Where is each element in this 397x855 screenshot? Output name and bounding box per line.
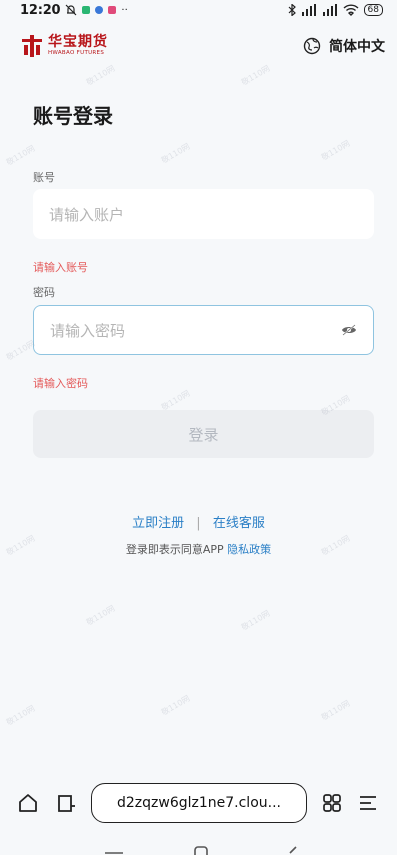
back-nav-icon [289,846,297,854]
watermark: 敬110网 [4,703,37,728]
logo-en: HWABAO FUTURES [48,50,105,57]
home-icon[interactable] [17,792,39,814]
watermark: 敬110网 [319,138,352,163]
status-left: 12:20 ·· [20,3,128,18]
watermark: 敬110网 [319,698,352,723]
app-header: 华宝期货 HWABAO FUTURES 简体中文 [0,30,397,62]
password-input[interactable]: 请输入密码 [33,305,374,355]
account-error: 请输入账号 [33,261,88,274]
apps-grid-icon[interactable] [321,792,343,814]
password-label: 密码 [33,286,55,299]
app-notification-icon [82,6,91,14]
battery-indicator: 68 [363,4,383,16]
account-placeholder: 请输入账户 [49,205,125,224]
login-button[interactable]: 登录 [33,410,374,458]
logo-mark-icon [22,35,42,57]
address-bar[interactable]: d2zqzw6glz1ne7.clou... [91,783,307,823]
watermark: 敬110网 [159,141,192,166]
watermark: 敬110网 [239,608,272,633]
more-notifications-icon: ·· [121,4,128,16]
notification-off-icon [65,4,77,16]
account-label: 账号 [33,171,55,184]
system-nav-bar [105,846,297,855]
tabs-icon[interactable] [55,792,77,814]
language-switch[interactable]: 简体中文 [303,36,385,56]
home-nav-icon [194,846,208,855]
agreement-prefix: 登录即表示同意APP [125,543,224,556]
app-notification-icon-2 [95,6,104,14]
agreement-text: 登录即表示同意APP 隐私政策 [0,541,397,557]
language-label: 简体中文 [329,39,385,55]
brand-logo: 华宝期货 HWABAO FUTURES [22,35,108,57]
signal-icon-2 [322,4,337,16]
page-title: 账号登录 [33,104,113,128]
signal-icon [301,4,316,16]
account-input[interactable]: 请输入账户 [33,189,374,239]
watermark: 敬110网 [84,63,117,88]
privacy-policy-link[interactable]: 隐私政策 [227,543,271,556]
menu-icon[interactable] [357,792,379,814]
links-row: 立即注册 | 在线客服 [0,512,397,531]
watermark: 敬110网 [239,63,272,88]
url-text: d2zqzw6glz1ne7.clou... [117,795,281,811]
logo-cn: 华宝期货 [48,34,108,51]
bluetooth-icon [288,4,296,16]
status-right: 68 [288,4,383,16]
link-separator: | [196,516,201,531]
watermark: 敬110网 [159,693,192,718]
watermark: 敬110网 [4,143,37,168]
logo-text: 华宝期货 HWABAO FUTURES [48,35,108,57]
browser-toolbar: d2zqzw6glz1ne7.clou... [0,772,397,834]
wifi-icon [343,4,359,16]
watermark: 敬110网 [84,603,117,628]
status-time: 12:20 [20,2,61,18]
globe-icon [303,37,321,55]
password-placeholder: 请输入密码 [50,321,126,340]
status-bar: 12:20 ·· 68 [0,0,397,20]
app-notification-icon-3 [108,6,117,14]
register-link[interactable]: 立即注册 [132,516,184,531]
eye-off-icon[interactable] [341,324,357,336]
password-error: 请输入密码 [33,377,88,390]
support-link[interactable]: 在线客服 [213,516,265,531]
